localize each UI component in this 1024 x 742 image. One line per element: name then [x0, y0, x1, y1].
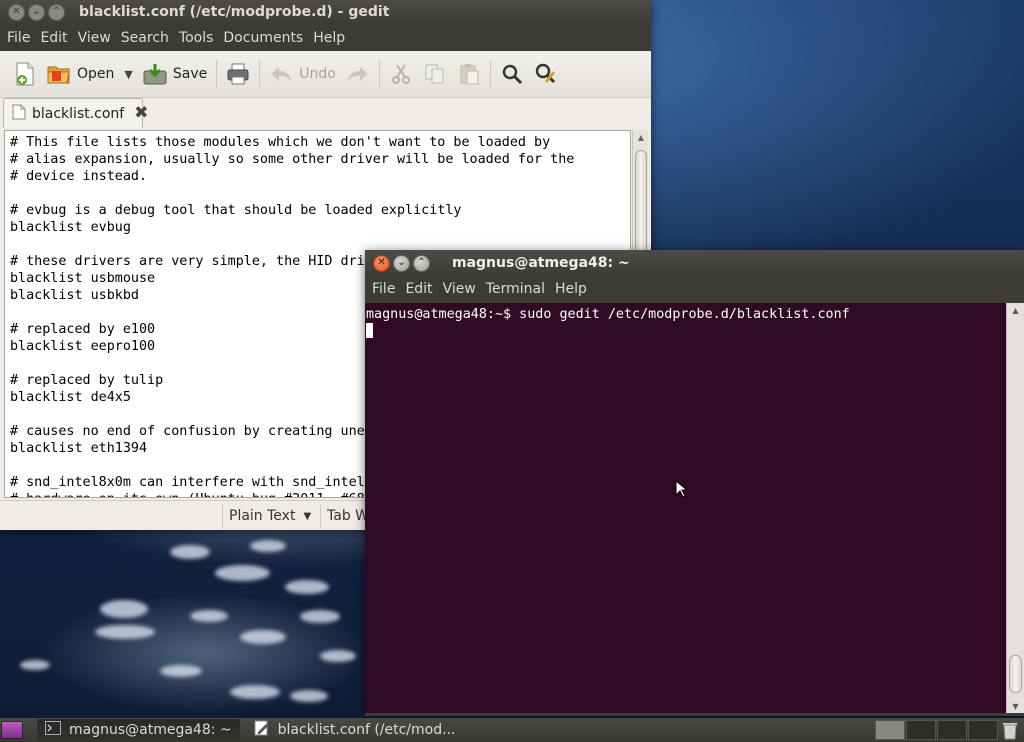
- taskbar-item-gedit-label: blacklist.conf (/etc/mod...: [277, 722, 456, 738]
- toolbar-separator: [489, 60, 491, 88]
- taskbar-item-terminal-label: magnus@atmega48: ~: [69, 722, 232, 738]
- terminal-menubar: File Edit View Terminal Help: [365, 276, 1024, 302]
- tab-close-icon[interactable]: ✖: [134, 105, 148, 122]
- toolbar-separator: [378, 60, 380, 88]
- toolbar-separator: [216, 60, 218, 88]
- terminal-command-line: magnus@atmega48:~$ sudo gedit /etc/modpr…: [366, 307, 850, 322]
- cut-icon: [389, 62, 413, 86]
- menu-help[interactable]: Help: [308, 30, 350, 46]
- terminal-titlebar[interactable]: ✕ ⌄ ⌃ magnus@atmega48: ~: [365, 250, 1024, 276]
- undo-button-label: Undo: [299, 66, 336, 82]
- workspace-switcher: [875, 720, 998, 740]
- terminal-menu-terminal[interactable]: Terminal: [481, 281, 550, 297]
- terminal-minimize-button[interactable]: ⌄: [393, 254, 410, 272]
- menu-edit[interactable]: Edit: [35, 30, 72, 46]
- search-icon: [500, 62, 524, 86]
- trash-icon[interactable]: [1000, 720, 1020, 740]
- terminal-icon: [45, 721, 61, 739]
- gedit-menubar: File Edit View Search Tools Documents He…: [0, 24, 651, 51]
- terminal-maximize-button[interactable]: ⌃: [413, 254, 430, 272]
- workspace-2[interactable]: [906, 720, 936, 740]
- scroll-up-icon[interactable]: ▲: [633, 130, 649, 144]
- menu-file[interactable]: File: [2, 30, 35, 46]
- save-button-label: Save: [172, 66, 208, 82]
- open-folder-icon: [47, 62, 71, 86]
- text-editor-icon: [254, 720, 270, 740]
- print-icon: [226, 62, 250, 86]
- open-button-label: Open: [77, 66, 115, 82]
- gedit-toolbar: Open ▼ Save Undo: [0, 51, 651, 98]
- menu-documents[interactable]: Documents: [218, 30, 308, 46]
- open-recent-dropdown[interactable]: ▼: [119, 56, 137, 92]
- gedit-minimize-button[interactable]: ⌄: [28, 3, 45, 21]
- new-document-button[interactable]: [8, 56, 42, 92]
- scroll-up-icon[interactable]: ▲: [1007, 303, 1024, 317]
- taskbar-item-terminal[interactable]: magnus@atmega48: ~: [37, 719, 240, 741]
- show-desktop-button[interactable]: [1, 721, 23, 739]
- terminal-window-buttons: ✕ ⌄ ⌃: [373, 254, 430, 272]
- text-file-icon: [12, 104, 26, 124]
- cut-button[interactable]: [384, 56, 418, 92]
- workspace-1[interactable]: [875, 720, 905, 740]
- workspace-4[interactable]: [968, 720, 998, 740]
- terminal-close-button[interactable]: ✕: [373, 254, 390, 272]
- print-button[interactable]: [221, 56, 255, 92]
- terminal-scrollbar[interactable]: ▲ ▼: [1006, 303, 1024, 713]
- open-button[interactable]: Open: [42, 56, 119, 92]
- bottom-panel: magnus@atmega48: ~ blacklist.conf (/etc/…: [0, 718, 1024, 742]
- scroll-down-icon[interactable]: ▼: [1007, 699, 1024, 713]
- copy-icon: [423, 62, 447, 86]
- terminal-menu-file[interactable]: File: [367, 281, 400, 297]
- menu-search[interactable]: Search: [116, 30, 174, 46]
- redo-button[interactable]: [341, 56, 375, 92]
- document-tab-label: blacklist.conf: [32, 105, 125, 122]
- new-document-icon: [13, 62, 37, 86]
- find-replace-icon: [534, 62, 558, 86]
- gedit-window-buttons: ✕ ⌄ ⌃: [8, 3, 65, 21]
- terminal-cursor: [366, 323, 373, 338]
- gedit-maximize-button[interactable]: ⌃: [48, 3, 65, 21]
- terminal-screen[interactable]: magnus@atmega48:~$ sudo gedit /etc/modpr…: [365, 303, 1006, 713]
- workspace-3[interactable]: [937, 720, 967, 740]
- toolbar-separator: [259, 60, 261, 88]
- gedit-window-title: blacklist.conf (/etc/modprobe.d) - gedit: [79, 4, 390, 20]
- undo-icon: [269, 62, 293, 86]
- paste-icon: [457, 62, 481, 86]
- gedit-close-button[interactable]: ✕: [8, 3, 25, 21]
- save-icon: [143, 62, 167, 86]
- paste-button[interactable]: [452, 56, 486, 92]
- mouse-pointer-icon: [675, 479, 689, 502]
- terminal-menu-view[interactable]: View: [438, 281, 481, 297]
- menu-tools[interactable]: Tools: [174, 30, 219, 46]
- document-tab[interactable]: blacklist.conf ✖: [3, 98, 149, 128]
- terminal-menu-edit[interactable]: Edit: [400, 281, 437, 297]
- terminal-scrollbar-thumb[interactable]: [1009, 655, 1022, 693]
- find-button[interactable]: [495, 56, 529, 92]
- undo-button[interactable]: Undo: [264, 56, 341, 92]
- redo-icon: [346, 62, 370, 86]
- language-selector-label: Plain Text: [229, 508, 296, 524]
- terminal-window-title: magnus@atmega48: ~: [452, 255, 630, 271]
- terminal-menu-help[interactable]: Help: [550, 281, 592, 297]
- language-selector[interactable]: Plain Text ▼: [222, 504, 317, 528]
- menu-view[interactable]: View: [73, 30, 116, 46]
- chevron-down-icon: ▼: [303, 510, 312, 522]
- document-tabstrip: blacklist.conf ✖: [0, 98, 651, 128]
- gedit-titlebar[interactable]: ✕ ⌄ ⌃ blacklist.conf (/etc/modprobe.d) -…: [0, 0, 651, 24]
- taskbar-item-gedit[interactable]: blacklist.conf (/etc/mod...: [246, 719, 464, 741]
- find-replace-button[interactable]: [529, 56, 563, 92]
- chevron-down-icon: ▼: [124, 67, 133, 81]
- copy-button[interactable]: [418, 56, 452, 92]
- save-button[interactable]: Save: [138, 56, 212, 92]
